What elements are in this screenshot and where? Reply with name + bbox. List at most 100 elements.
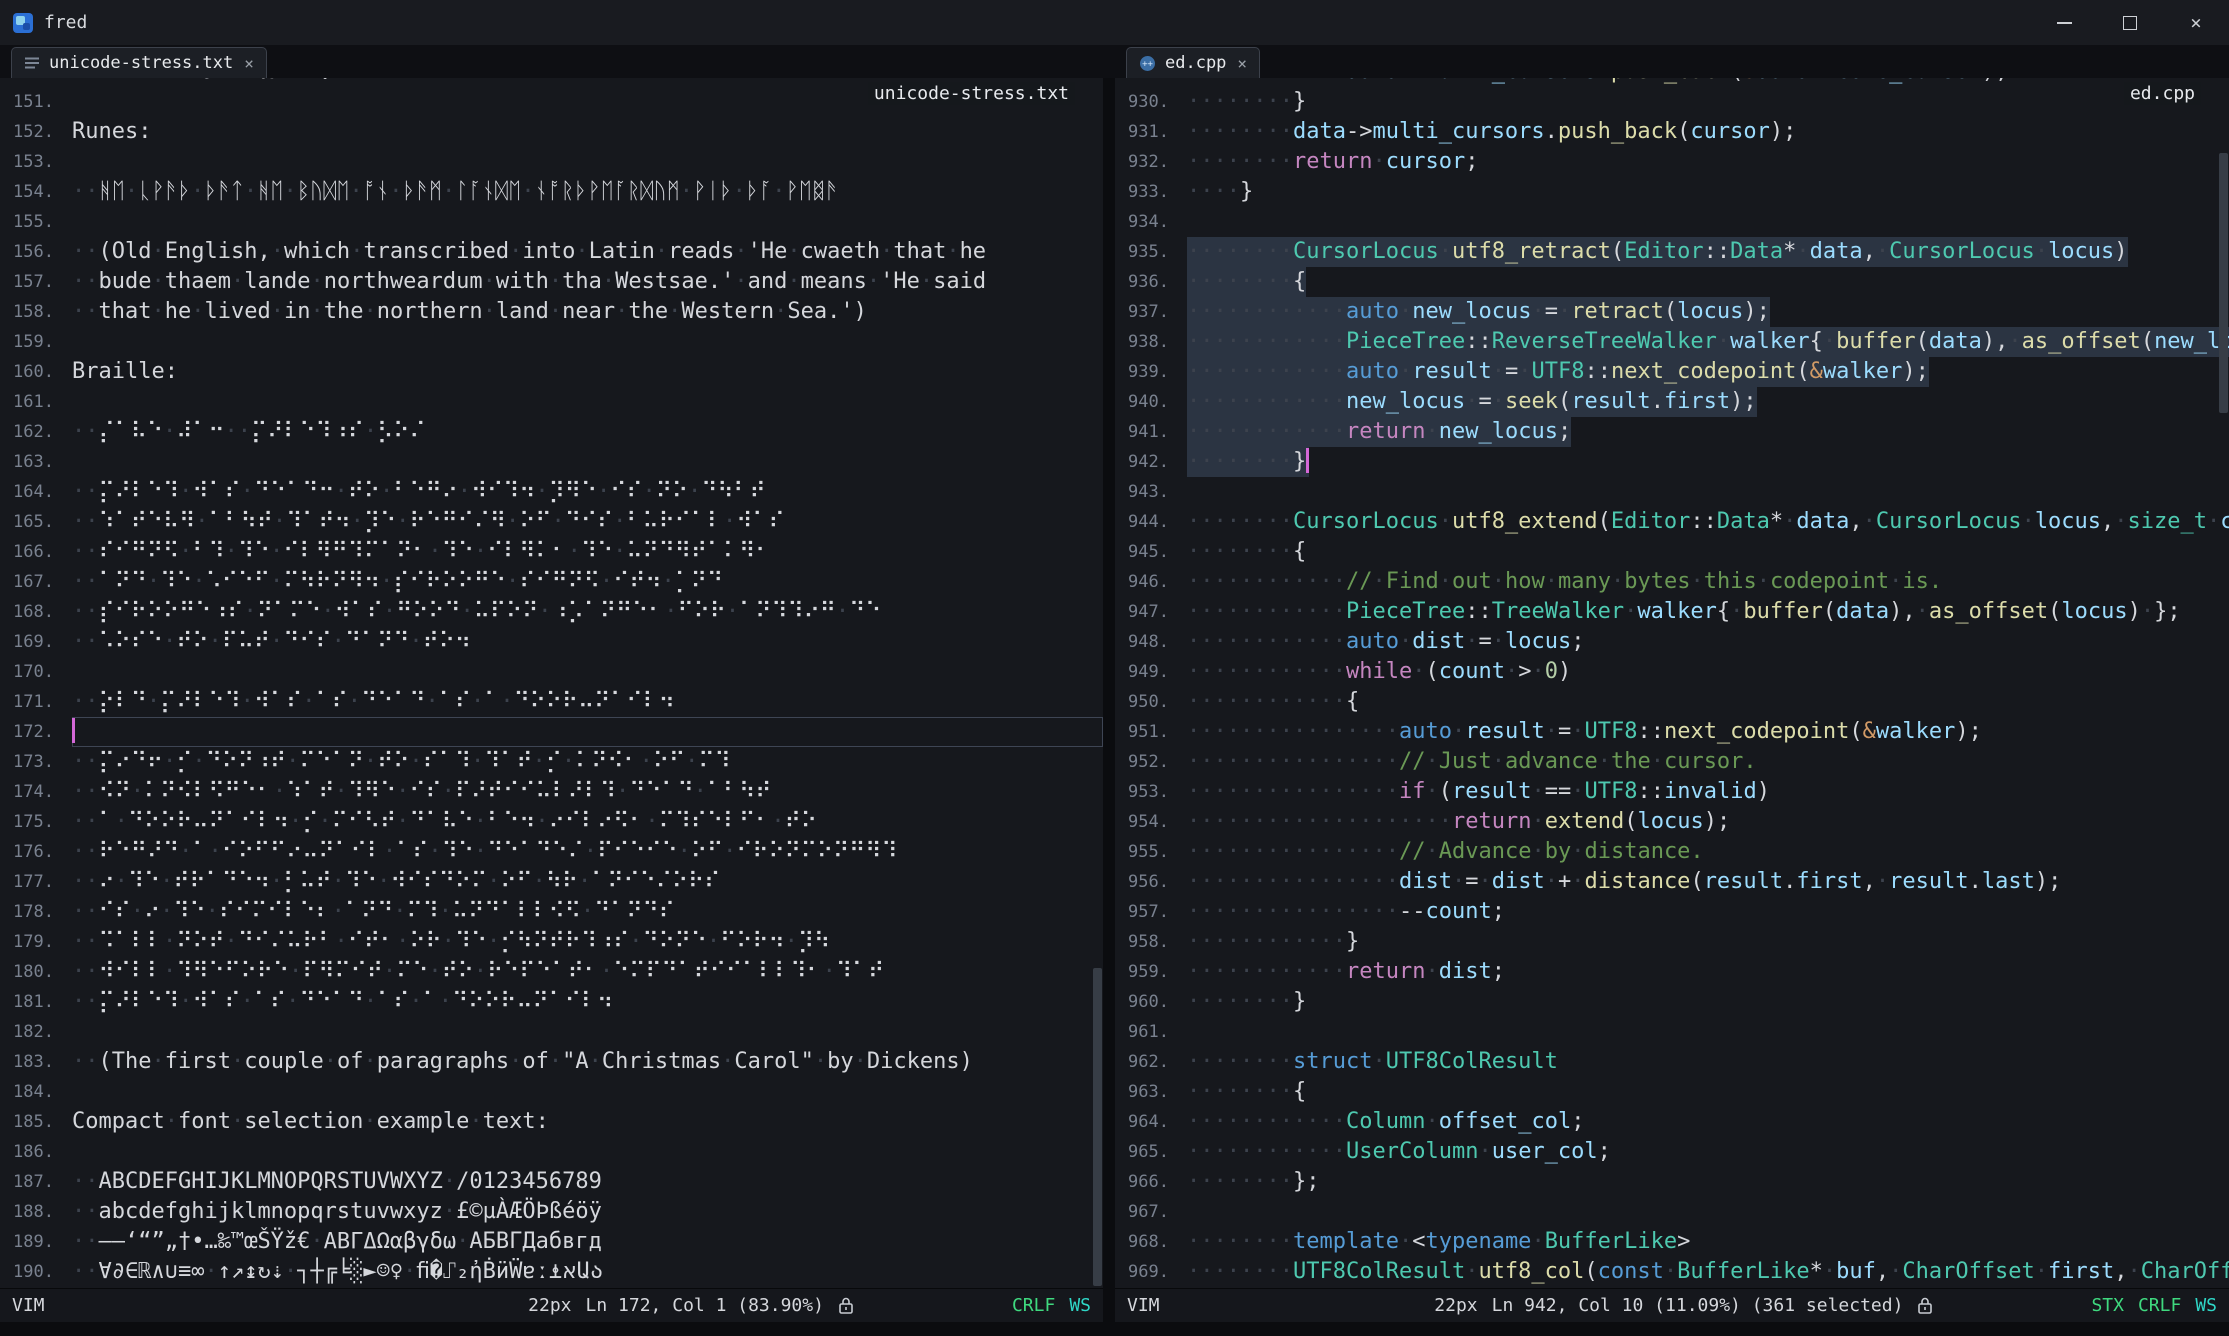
code-line[interactable]: 949.············while·(count·>·0): [1115, 657, 2229, 687]
code-line[interactable]: 958.············}: [1115, 927, 2229, 957]
close-button[interactable]: ×: [2163, 0, 2229, 45]
line-number[interactable]: 929.: [1115, 78, 1187, 87]
code-line[interactable]: 153.: [0, 147, 1103, 177]
code-line[interactable]: 181.··⡍⠜⠇⠑⠹·⠺⠁⠎·⠁⠎·⠙⠑⠁⠙·⠁⠎·⠁·⠙⠕⠕⠗⠤⠝⠁⠊⠇⠲: [0, 987, 1103, 1017]
code-line[interactable]: 162.··⡌⠁⠧⠑·⠼⠁⠒··⡍⠜⠇⠑⠹⠰⠎·⡣⠕⠌: [0, 417, 1103, 447]
code-line[interactable]: 164.··⡍⠜⠇⠑⠹·⠺⠁⠎·⠙⠑⠁⠙⠒·⠞⠕·⠃⠑⠛⠔·⠺⠊⠹⠲·⡹⠻⠑·⠊…: [0, 477, 1103, 507]
eol-indicator[interactable]: CRLF: [2138, 1295, 2181, 1316]
code-line[interactable]: 154.··ᚻᛖ·ᚳᚹᚫᚦ·ᚦᚫᛏ·ᚻᛖ·ᛒᚢᛞᛖ·ᚩᚾ·ᚦᚫᛗ·ᛚᚪᚾᛞᛖ·ᚾ…: [0, 177, 1103, 207]
line-number[interactable]: 156.: [0, 237, 72, 267]
code-line[interactable]: 184.: [0, 1077, 1103, 1107]
line-number[interactable]: 939.: [1115, 357, 1187, 387]
line-number[interactable]: 937.: [1115, 297, 1187, 327]
code-line[interactable]: 159.: [0, 327, 1103, 357]
line-number[interactable]: 159.: [0, 327, 72, 357]
lock-icon[interactable]: [838, 1296, 854, 1315]
whitespace-indicator[interactable]: WS: [2195, 1295, 2217, 1316]
editor-right[interactable]: ed.cpp 929.············data->multi_curso…: [1115, 78, 2229, 1288]
code-line[interactable]: 160.Braille:: [0, 357, 1103, 387]
line-number[interactable]: 940.: [1115, 387, 1187, 417]
code-line[interactable]: 189.··–—‘“”„†•…‰™œŠŸž€·ΑΒΓΔΩαβγδω·АБВГДа…: [0, 1227, 1103, 1257]
code-line[interactable]: 167.··⠁⠝⠙·⠹⠑·⠡⠊⠑⠋·⠍⠳⠗⠝⠻⠲·⡎⠊⠗⠕⠕⠛⠑·⠎⠊⠛⠝⠫·⠊…: [0, 567, 1103, 597]
tab-close-icon[interactable]: ×: [1237, 54, 1247, 73]
code-line[interactable]: 938.············PieceTree::ReverseTreeWa…: [1115, 327, 2229, 357]
code-line[interactable]: 963.········{: [1115, 1077, 2229, 1107]
line-number[interactable]: 952.: [1115, 747, 1187, 777]
line-number[interactable]: 162.: [0, 417, 72, 447]
line-number[interactable]: 181.: [0, 987, 72, 1017]
line-number[interactable]: 958.: [1115, 927, 1187, 957]
line-number[interactable]: 174.: [0, 777, 72, 807]
code-line[interactable]: 955.················//·Advance·by·distan…: [1115, 837, 2229, 867]
line-number[interactable]: 966.: [1115, 1167, 1187, 1197]
code-line[interactable]: 168.··⡎⠊⠗⠕⠕⠛⠑⠰⠎·⠝⠁⠍⠑·⠺⠁⠎·⠛⠕⠕⠙·⠥⠏⠕⠝·⠰⡡⠁⠝⠛…: [0, 597, 1103, 627]
minimize-button[interactable]: [2031, 0, 2097, 45]
code-line[interactable]: 933.····}: [1115, 177, 2229, 207]
line-number[interactable]: 951.: [1115, 717, 1187, 747]
editor-left[interactable]: unicode-stress.txt 150.··እግርህን·በፍራሽህ·ልክ·…: [0, 78, 1103, 1288]
line-number[interactable]: 165.: [0, 507, 72, 537]
code-line[interactable]: 190.··∀∂∈ℝ∧∪≡∞·↑↗↨↻⇣·┐┼╔╘░►☺♀·ﬁ�⑀₂ἠḂӥẄɐː…: [0, 1257, 1103, 1287]
line-number[interactable]: 965.: [1115, 1137, 1187, 1167]
code-line[interactable]: 932.········return·cursor;: [1115, 147, 2229, 177]
line-number[interactable]: 945.: [1115, 537, 1187, 567]
line-number[interactable]: 948.: [1115, 627, 1187, 657]
line-number[interactable]: 950.: [1115, 687, 1187, 717]
code-line[interactable]: 934.: [1115, 207, 2229, 237]
line-number[interactable]: 934.: [1115, 207, 1187, 237]
code-line[interactable]: 156.··(Old·English,·which·transcribed·in…: [0, 237, 1103, 267]
line-number[interactable]: 936.: [1115, 267, 1187, 297]
line-number[interactable]: 956.: [1115, 867, 1187, 897]
line-number[interactable]: 938.: [1115, 327, 1187, 357]
line-number[interactable]: 964.: [1115, 1107, 1187, 1137]
line-number[interactable]: 153.: [0, 147, 72, 177]
line-number[interactable]: 969.: [1115, 1257, 1187, 1287]
code-line[interactable]: 157.··bude·thaem·lande·northweardum·with…: [0, 267, 1103, 297]
code-line[interactable]: 937.············auto·new_locus·=·retract…: [1115, 297, 2229, 327]
line-number[interactable]: 160.: [0, 357, 72, 387]
line-number[interactable]: 184.: [0, 1077, 72, 1107]
code-line[interactable]: 172.: [0, 717, 1103, 747]
line-number[interactable]: 169.: [0, 627, 72, 657]
code-line[interactable]: 171.··⡕⠇⠙·⡍⠜⠇⠑⠹·⠺⠁⠎·⠁⠎·⠙⠑⠁⠙·⠁⠎·⠁·⠙⠕⠕⠗⠤⠝⠁…: [0, 687, 1103, 717]
line-number[interactable]: 932.: [1115, 147, 1187, 177]
line-number[interactable]: 935.: [1115, 237, 1187, 267]
code-line[interactable]: 174.··⠪⠝·⠅⠝⠪⠇⠫⠛⠑⠂·⠱⠁⠞·⠹⠻⠑·⠊⠎·⠏⠜⠞⠊⠊⠥⠇⠜⠇⠹·…: [0, 777, 1103, 807]
line-number[interactable]: 173.: [0, 747, 72, 777]
stx-indicator[interactable]: STX: [2091, 1295, 2124, 1316]
code-line[interactable]: 946.············//·Find·out·how·many·byt…: [1115, 567, 2229, 597]
code-line[interactable]: 964.············Column·offset_col;: [1115, 1107, 2229, 1137]
line-number[interactable]: 955.: [1115, 837, 1187, 867]
line-number[interactable]: 942.: [1115, 447, 1187, 477]
line-number[interactable]: 172.: [0, 717, 72, 747]
line-number[interactable]: 163.: [0, 447, 72, 477]
code-line[interactable]: 951.················auto·result·=·UTF8::…: [1115, 717, 2229, 747]
code-line[interactable]: 187.··ABCDEFGHIJKLMNOPQRSTUVWXYZ·/012345…: [0, 1167, 1103, 1197]
code-line[interactable]: 957.················--count;: [1115, 897, 2229, 927]
code-line[interactable]: 962.········struct·UTF8ColResult: [1115, 1047, 2229, 1077]
code-line[interactable]: 941.············return·new_locus;: [1115, 417, 2229, 447]
line-number[interactable]: 189.: [0, 1227, 72, 1257]
line-number[interactable]: 182.: [0, 1017, 72, 1047]
code-line[interactable]: 176.··⠗⠑⠛⠜⠙·⠁·⠊⠕⠋⠋⠔⠤⠝⠁⠊⠇·⠁⠎·⠹⠑·⠙⠑⠁⠙⠑⠌·⠏⠊…: [0, 837, 1103, 867]
line-number[interactable]: 954.: [1115, 807, 1187, 837]
code-line[interactable]: 943.: [1115, 477, 2229, 507]
code-line[interactable]: 175.··⠁·⠙⠕⠕⠗⠤⠝⠁⠊⠇⠲·⡊·⠍⠊⠣⠞·⠙⠁⠧⠑·⠃⠑⠲·⠔⠊⠇⠔⠫…: [0, 807, 1103, 837]
line-number[interactable]: 175.: [0, 807, 72, 837]
tab-unicode-stress[interactable]: unicode-stress.txt ×: [11, 47, 267, 78]
eol-indicator[interactable]: CRLF: [1012, 1295, 1055, 1316]
code-line[interactable]: 166.··⠎⠊⠛⠝⠫·⠃⠹·⠹⠑·⠊⠇⠻⠛⠹⠍⠁⠝⠂·⠹⠑·⠊⠇⠻⠅⠂·⠹⠑·…: [0, 537, 1103, 567]
line-number[interactable]: 176.: [0, 837, 72, 867]
line-number[interactable]: 188.: [0, 1197, 72, 1227]
code-line[interactable]: 186.: [0, 1137, 1103, 1167]
line-number[interactable]: 170.: [0, 657, 72, 687]
code-line[interactable]: 952.················//·Just·advance·the·…: [1115, 747, 2229, 777]
code-line[interactable]: 936.········{: [1115, 267, 2229, 297]
code-line[interactable]: 947.············PieceTree::TreeWalker·wa…: [1115, 597, 2229, 627]
line-number[interactable]: 179.: [0, 927, 72, 957]
code-line[interactable]: 953.················if·(result·==·UTF8::…: [1115, 777, 2229, 807]
line-number[interactable]: 166.: [0, 537, 72, 567]
code-line[interactable]: 177.··⠔·⠹⠑·⠞⠗⠁⠙⠑⠲·⡃⠥⠞·⠹⠑·⠺⠊⠎⠙⠕⠍·⠕⠋·⠳⠗·⠁⠝…: [0, 867, 1103, 897]
code-line[interactable]: 173.··⡍⠔⠙⠖·⡊·⠙⠕⠝⠰⠞·⠍⠑⠁⠝·⠞⠕·⠎⠁⠹·⠹⠁⠞·⡊·⠅⠝⠪…: [0, 747, 1103, 777]
lock-icon[interactable]: [1917, 1296, 1933, 1315]
